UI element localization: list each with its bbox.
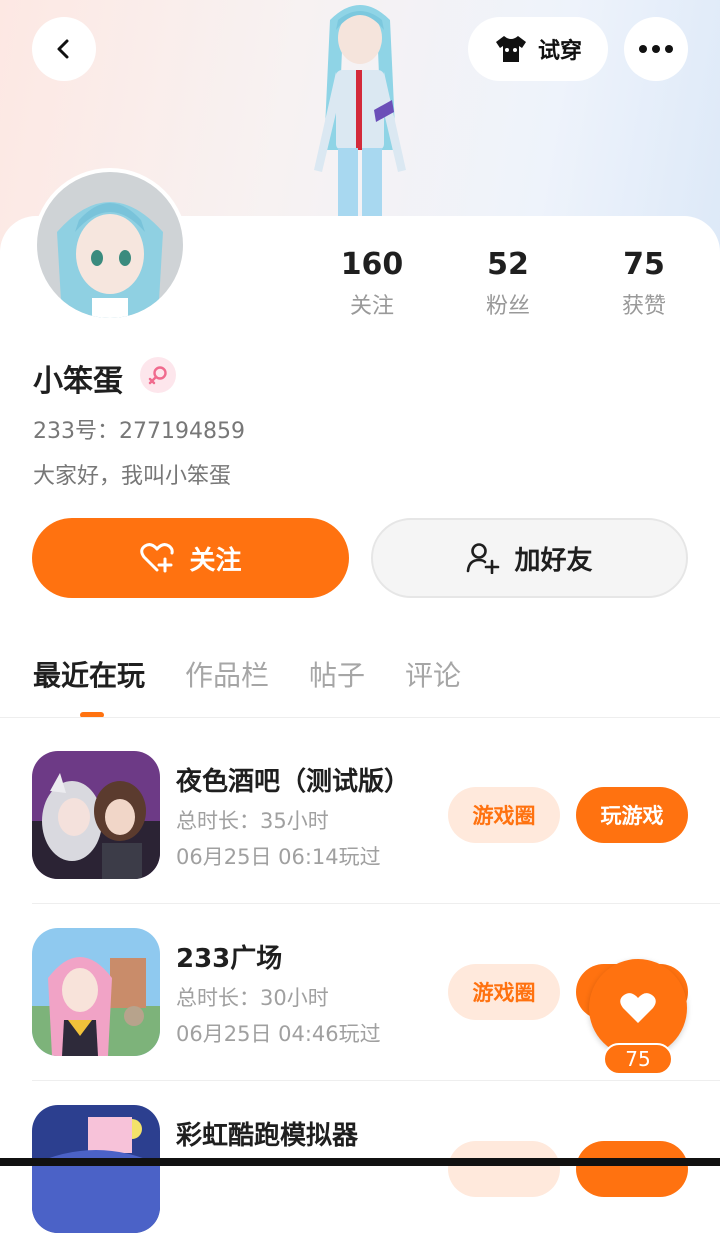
profile-tabs: 最近在玩 作品栏 帖子 评论 <box>33 654 461 694</box>
game-title: 233广场 <box>176 944 283 974</box>
list-item[interactable]: 233广场 总时长：30小时 06月25日 04:46玩过 游戏圈 玩游戏 <box>32 928 688 1058</box>
game-icon <box>32 1105 160 1233</box>
try-on-button[interactable]: 试穿 <box>468 17 608 81</box>
female-icon <box>140 357 176 393</box>
user-id: 233号：277194859 <box>33 419 245 444</box>
try-on-label: 试穿 <box>537 39 582 64</box>
stat-followers[interactable]: 52 粉丝 <box>448 246 568 320</box>
game-circle-button[interactable] <box>448 1141 560 1197</box>
stat-label: 获赞 <box>621 294 666 319</box>
list-item[interactable]: 彩虹酷跑模拟器 <box>32 1105 688 1235</box>
tabs-divider <box>0 717 720 718</box>
tab-works[interactable]: 作品栏 <box>185 654 269 694</box>
like-count-badge: 75 <box>603 1043 673 1075</box>
game-duration: 总时长：30小时 <box>176 986 329 1010</box>
add-friend-button[interactable]: 加好友 <box>371 518 688 598</box>
heart-icon <box>620 993 656 1023</box>
add-person-icon <box>467 543 500 574</box>
game-last-played: 06月25日 06:14玩过 <box>176 845 381 869</box>
game-icon <box>32 928 160 1056</box>
stat-value: 52 <box>487 247 529 282</box>
tab-recent-played[interactable]: 最近在玩 <box>33 654 145 694</box>
bottom-edge <box>0 1158 720 1166</box>
stat-value: 160 <box>340 247 404 282</box>
profile-name: 小笨蛋 <box>33 364 123 399</box>
stat-label: 粉丝 <box>485 294 530 319</box>
row-divider <box>32 903 720 904</box>
back-button[interactable] <box>32 17 96 81</box>
avatar-3d-figure <box>314 5 406 220</box>
stat-following[interactable]: 160 关注 <box>312 246 432 320</box>
more-button[interactable] <box>624 17 688 81</box>
row-divider <box>32 1080 720 1081</box>
user-bio: 大家好，我叫小笨蛋 <box>33 464 232 489</box>
game-circle-button[interactable]: 游戏圈 <box>448 787 560 843</box>
heart-plus-icon <box>140 543 175 573</box>
game-duration: 总时长：35小时 <box>176 809 329 833</box>
tab-posts[interactable]: 帖子 <box>309 654 365 694</box>
play-game-button[interactable] <box>576 1141 688 1197</box>
game-last-played: 06月25日 04:46玩过 <box>176 1022 381 1046</box>
avatar-image <box>37 172 183 318</box>
avatar[interactable] <box>33 168 187 322</box>
tab-comments[interactable]: 评论 <box>405 654 461 694</box>
game-icon <box>32 751 160 879</box>
back-arrow-icon <box>57 39 69 59</box>
follow-button[interactable]: 关注 <box>32 518 349 598</box>
play-game-button[interactable]: 玩游戏 <box>576 787 688 843</box>
tshirt-icon <box>495 36 526 62</box>
list-item[interactable]: 夜色酒吧（测试版） 总时长：35小时 06月25日 06:14玩过 游戏圈 玩游… <box>32 751 688 881</box>
stat-label: 关注 <box>349 294 394 319</box>
more-dots-icon <box>639 45 673 53</box>
game-circle-button[interactable]: 游戏圈 <box>448 964 560 1020</box>
follow-label: 关注 <box>189 545 242 576</box>
game-title: 彩虹酷跑模拟器 <box>176 1121 359 1151</box>
game-title: 夜色酒吧（测试版） <box>176 767 411 797</box>
stat-likes[interactable]: 75 获赞 <box>584 246 704 320</box>
stat-value: 75 <box>623 247 665 282</box>
add-friend-label: 加好友 <box>514 545 593 576</box>
